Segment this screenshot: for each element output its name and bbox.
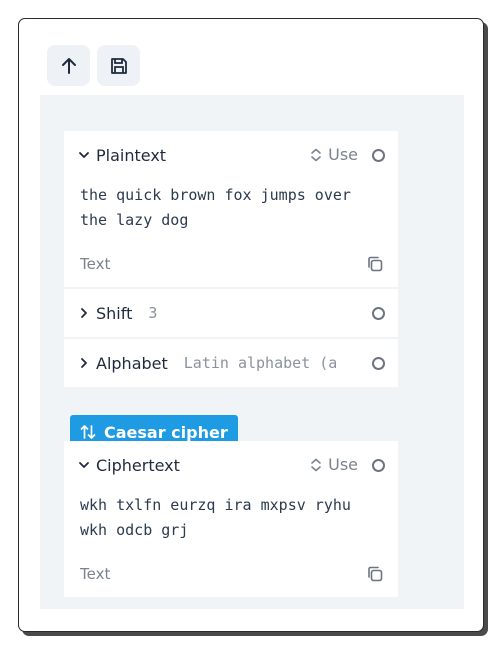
shift-label: Shift xyxy=(96,303,133,323)
chevron-right-icon xyxy=(81,358,87,368)
plaintext-use-label: Use xyxy=(328,145,358,164)
ciphertext-radio[interactable] xyxy=(372,459,385,472)
shift-value: 3 xyxy=(148,304,158,322)
chevron-down-icon xyxy=(79,462,89,468)
save-button[interactable] xyxy=(97,45,140,86)
chevron-right-icon xyxy=(81,308,87,318)
copy-icon[interactable] xyxy=(366,255,384,273)
ciphertext-use-button[interactable]: Use xyxy=(310,455,358,474)
plaintext-card: Plaintext Use the quick brown fox jumps … xyxy=(64,131,398,287)
pipeline-panel: Plaintext Use the quick brown fox jumps … xyxy=(40,95,464,609)
arrow-up-icon xyxy=(61,57,76,74)
alphabet-card: Alphabet Latin alphabet (a xyxy=(64,339,398,387)
plaintext-label: Plaintext xyxy=(96,145,167,165)
plaintext-radio[interactable] xyxy=(372,149,385,162)
plaintext-use-button[interactable]: Use xyxy=(310,145,358,164)
ciphertext-type-label: Text xyxy=(80,565,111,583)
alphabet-label: Alphabet xyxy=(96,353,168,373)
operation-label: Caesar cipher xyxy=(104,422,228,442)
chevron-up-down-icon xyxy=(311,148,321,161)
ciphertext-card: Ciphertext Use wkh txlfn eurzq ira mxpsv… xyxy=(64,441,398,597)
copy-icon[interactable] xyxy=(366,565,384,583)
app-window: Plaintext Use the quick brown fox jumps … xyxy=(18,18,484,632)
plaintext-value[interactable]: the quick brown fox jumps over the lazy … xyxy=(80,183,386,233)
alphabet-radio[interactable] xyxy=(372,357,385,370)
save-icon xyxy=(110,57,127,74)
alphabet-value: Latin alphabet (a xyxy=(183,354,338,372)
ciphertext-value[interactable]: wkh txlfn eurzq ira mxpsv ryhu wkh odcb … xyxy=(80,493,386,543)
chevron-up-down-icon xyxy=(311,458,321,471)
ciphertext-use-label: Use xyxy=(328,455,358,474)
shift-header[interactable]: Shift 3 xyxy=(64,289,398,337)
plaintext-type-label: Text xyxy=(80,255,111,273)
shift-radio[interactable] xyxy=(372,307,385,320)
shift-card: Shift 3 xyxy=(64,289,398,337)
ciphertext-label: Ciphertext xyxy=(96,455,180,475)
upload-button[interactable] xyxy=(47,45,90,86)
swap-vertical-icon xyxy=(80,425,96,439)
alphabet-header[interactable]: Alphabet Latin alphabet (a xyxy=(64,339,398,387)
chevron-down-icon xyxy=(79,152,89,158)
